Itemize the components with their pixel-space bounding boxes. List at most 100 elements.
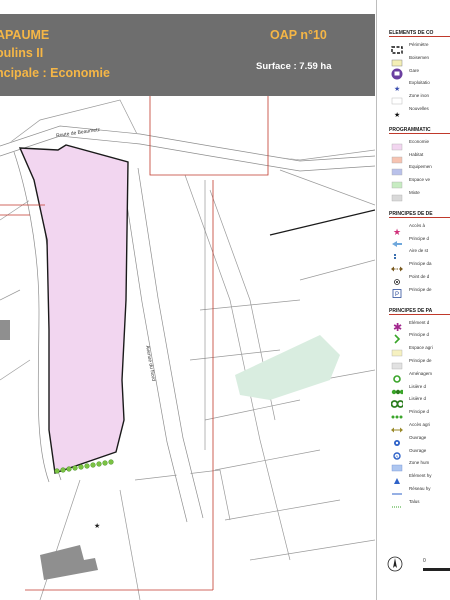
swatch-icon [391,189,403,202]
dots-icon [391,247,403,260]
legend-item-label: Lisière d [409,383,427,389]
legend-item: Espace ve [391,176,450,189]
surface-area: Surface : 7.59 ha [256,61,332,72]
blue-circle-icon [391,434,403,446]
legend-item-label: Economie [409,138,430,144]
agri-arrow-icon [391,421,403,433]
zone-boundary [269,209,375,236]
legend-item-label: Principe d [409,332,430,338]
legend-item-label: Exploitatio [409,80,430,86]
line-icon [391,485,403,495]
legend-item: Aménagem [391,370,450,383]
svg-text:P: P [395,292,399,298]
flood-zone-icon [391,92,403,105]
legend-item: Zone inon [391,92,450,105]
legend-item: Elément hy [391,472,450,485]
legend-item: Point de d [391,273,450,285]
legend-item-label: Principe de [409,358,432,363]
perimeter-dashed-icon [391,41,403,54]
green-dots-icon [391,408,403,419]
legend-item-label: Accès agri [409,422,431,427]
legend-item: Lisière d [390,395,450,409]
blue-ring-icon: A [391,447,403,460]
swatch-icon [391,163,403,176]
legend-item: Principe d [391,331,450,344]
legend-item-label: Espace agri [409,345,433,351]
scale-zero: 0 [423,558,426,564]
legend-item: Principe da [391,260,450,272]
parking-icon: P [391,286,403,298]
road-avenue-nord [123,168,202,522]
svg-text:A: A [395,453,398,458]
star-icon: ★ [94,522,100,530]
building [40,545,98,580]
legend-item-label: Principe da [409,261,432,267]
legend-item: Habitat [391,151,450,163]
triangle-icon [391,472,403,485]
legend-item: A Ouvrage [391,447,450,460]
legend-item-label: Principe d [409,235,430,241]
svg-text:✱: ✱ [393,322,402,332]
legend-item-label: Lisière d [409,396,427,402]
wood-area-icon [391,54,403,67]
legend-item: Zone hum [391,459,450,472]
legend-section-title: PROGRAMMATIC [389,127,450,134]
perimeter-line-top [149,90,269,176]
legend-item-label: Point de d [409,274,430,279]
header-title-line3: ncipale : Economie [0,66,110,80]
legend-item: Equipemen [391,163,450,176]
farm-star-icon: ★ [391,79,403,93]
legend-item: Accès agri [391,421,450,433]
legend-item: ★ Accès à [391,222,450,237]
legend-item-label: Ouvrage [409,447,427,453]
arrow-icon [391,235,403,247]
legend-item-label: Aire de st [409,248,429,254]
legend-section-title: ELEMENTS DE CO [389,30,450,37]
header-title-line1: APAUME [0,28,50,42]
legend-item: Gare [391,67,450,80]
point-icon [391,273,403,285]
swatch-grey-icon [391,357,403,370]
legend-item: ★ Nouvelles [391,105,450,119]
legend-item-label: Périmètre [409,42,429,47]
legend-section-title: PRINCIPES DE PA [389,308,450,315]
legend-item: P Principe de [391,286,450,298]
legend-section-title: PRINCIPES DE DE [389,211,450,218]
legend-item-label: Boisemen [409,54,430,60]
oap-number: OAP n°10 [270,28,327,42]
swatch-icon [391,138,403,150]
legend-item-label: Elément d [409,319,430,325]
legend-item-label: Equipemen [409,164,432,170]
legend-item-label: Zone hum [409,460,430,466]
legend-item: Principe d [391,235,450,247]
wet-zone-icon [391,459,403,472]
legend-item-label: Elément hy [409,473,432,479]
legend-item-label: Aménagem [409,370,433,376]
map-canvas[interactable]: ★ Route de Beaumetz Avenue du Nord APAUM… [0,0,375,600]
dotted-line-icon [391,498,403,508]
svg-text:★: ★ [393,227,401,235]
north-arrow-icon [387,556,403,572]
legend-item-label: Zone inon [409,93,430,99]
double-ring-icon [390,395,405,409]
hedge-icon [391,383,405,394]
legend-item: ★ Exploitatio [391,79,450,93]
green-area [235,335,340,400]
legend-item: Périmètre [391,41,450,54]
legend-item-label: Réseau hy [409,486,431,491]
legend-item-label: Gare [409,67,420,73]
legend-item-label: Espace ve [409,177,431,183]
legend-item: Aire de st [391,247,450,260]
legend-item-label: Nouvelles [409,106,429,111]
map-header: APAUME oulins II ncipale : Economie OAP … [0,14,375,96]
swatch-icon [391,176,403,189]
chevron-icon [391,331,403,344]
legend-panel: ELEMENTS DE CO Périmètre Boisemen Gare ★ Expl… [376,0,450,600]
station-icon [391,67,403,80]
legend-item: Economie [391,138,450,150]
legend-item-label: Principe d [409,409,430,415]
scale-bar [423,568,450,571]
header-title-line2: oulins II [0,46,44,60]
legend-item-label: Talus [409,498,420,504]
ring-icon [391,370,403,383]
